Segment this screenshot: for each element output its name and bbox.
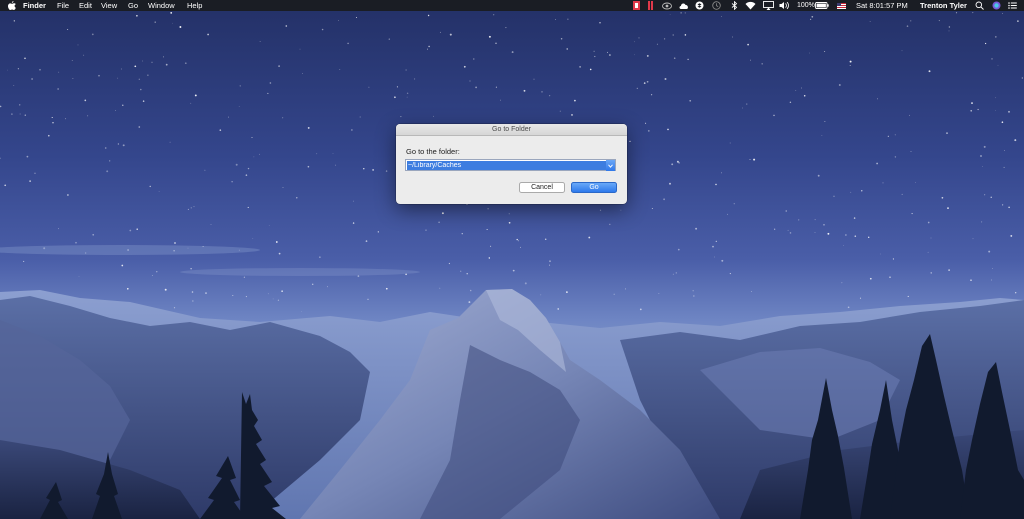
menu-app-finder[interactable]: Finder	[23, 0, 46, 11]
bluetooth-icon[interactable]	[731, 1, 738, 10]
desktop-wallpaper	[0, 0, 1024, 519]
folder-path-combobox	[405, 159, 616, 171]
go-button[interactable]: Go	[571, 182, 617, 193]
dialog-title: Go to Folder	[396, 124, 627, 136]
eye-icon[interactable]	[662, 1, 672, 10]
chevron-down-icon[interactable]	[606, 160, 615, 171]
menu-file[interactable]: File	[57, 0, 69, 11]
menu-go[interactable]: Go	[128, 0, 138, 11]
folder-path-input[interactable]	[407, 161, 608, 170]
menu-bar: Finder File Edit View Go Window Help 100…	[0, 0, 1024, 11]
mountain-landscape	[0, 245, 1024, 519]
clock-icon[interactable]	[712, 1, 721, 10]
siri-icon[interactable]	[992, 1, 1001, 10]
volume-icon[interactable]	[779, 1, 790, 10]
menu-window[interactable]: Window	[148, 0, 175, 11]
battery-icon[interactable]	[815, 1, 829, 10]
us-flag-icon[interactable]	[837, 1, 846, 10]
dialog-prompt-label: Go to the folder:	[406, 147, 460, 156]
cloud-icon[interactable]	[679, 1, 689, 10]
spotlight-icon[interactable]	[975, 1, 984, 10]
menu-help[interactable]: Help	[187, 0, 202, 11]
user-menu[interactable]: Trenton Tyler	[920, 0, 967, 11]
battery-percent: 100%	[797, 2, 815, 9]
airplay-icon[interactable]	[763, 1, 774, 10]
menu-clock[interactable]: Sat 8:01:57 PM	[856, 0, 908, 11]
notification-center-icon[interactable]	[1008, 1, 1017, 10]
record-icon[interactable]	[633, 1, 640, 10]
menu-edit[interactable]: Edit	[79, 0, 92, 11]
go-to-folder-dialog: Go to Folder Go to the folder: Cancel Go	[396, 124, 627, 204]
dropbox-icon[interactable]	[695, 1, 704, 10]
pause-icon[interactable]	[647, 1, 654, 10]
menu-view[interactable]: View	[101, 0, 117, 11]
wifi-icon[interactable]	[745, 1, 756, 10]
apple-icon[interactable]	[8, 1, 16, 12]
cancel-button[interactable]: Cancel	[519, 182, 565, 193]
